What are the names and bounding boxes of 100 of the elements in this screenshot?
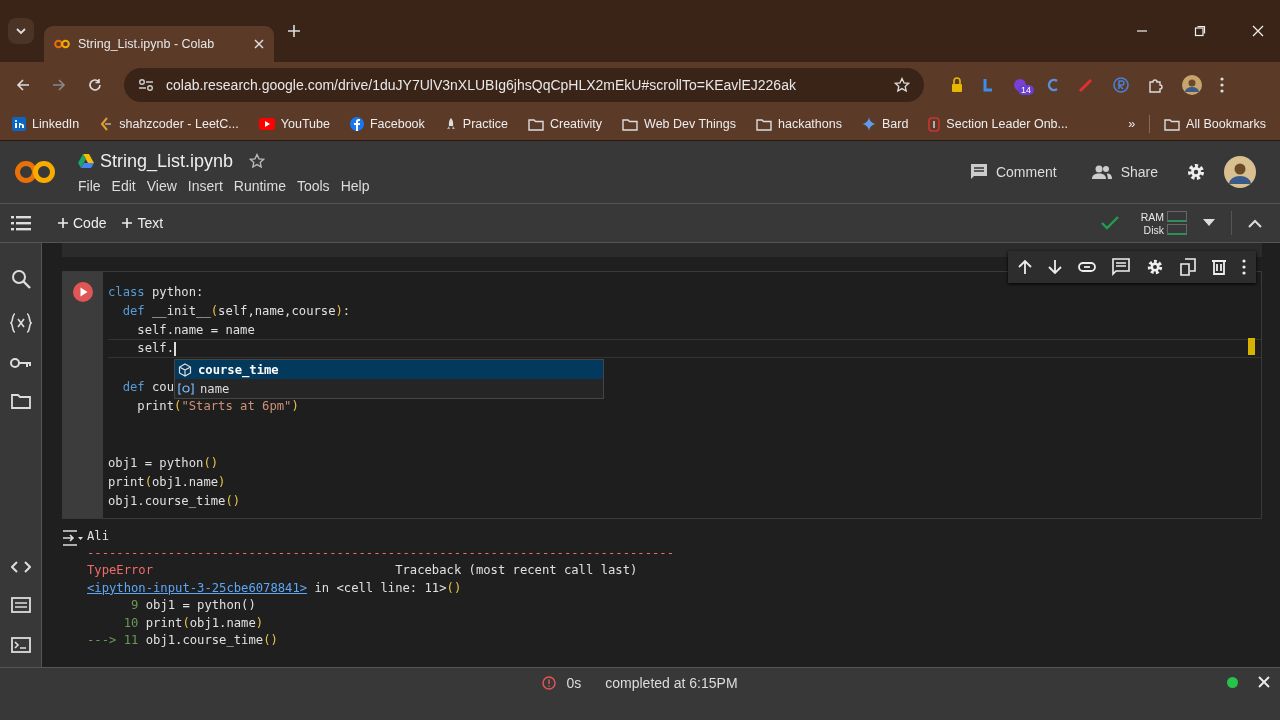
settings-icon[interactable] <box>1146 258 1164 276</box>
menu-item[interactable]: File <box>78 177 101 194</box>
folder-icon <box>1164 117 1181 131</box>
bookmark[interactable]: shahzcoder - LeetC... <box>99 117 239 131</box>
menu-item[interactable]: Tools <box>296 177 330 194</box>
bookmark[interactable]: Practice <box>444 117 508 131</box>
terminal-icon[interactable] <box>10 637 31 653</box>
add-text-button[interactable]: Text <box>122 215 164 231</box>
folder-icon[interactable] <box>10 393 31 409</box>
comment-button[interactable]: Comment <box>963 162 1063 182</box>
move-down-icon[interactable] <box>1048 259 1062 275</box>
add-code-button[interactable]: Code <box>58 215 107 231</box>
back-icon[interactable] <box>16 78 30 92</box>
output-line: <ipython-input-3-25cbe6078841> in <cell line: 11>() <box>87 580 462 595</box>
output-line: ---> 11 obj1.course_time() <box>87 633 278 648</box>
star-icon[interactable] <box>894 77 910 93</box>
execution-time: 0s <box>566 675 582 691</box>
snippets-icon[interactable] <box>10 597 31 613</box>
bookmark[interactable]: hackathons <box>756 117 842 131</box>
notebook-title[interactable]: String_List.ipynb <box>100 150 234 172</box>
menu-item[interactable]: Help <box>340 177 370 194</box>
chevron-icon <box>15 25 27 37</box>
reload-icon[interactable] <box>88 78 102 92</box>
code-bracket-icon <box>99 117 114 131</box>
all-bookmarks-button[interactable]: All Bookmarks <box>1164 117 1266 131</box>
code-line: obj1 = python() <box>108 455 219 470</box>
error-icon <box>542 676 557 690</box>
cube-icon <box>178 362 192 377</box>
resource-label: Disk <box>1143 223 1164 236</box>
plus-icon <box>58 218 68 228</box>
bookmark[interactable]: Creativity <box>527 117 603 131</box>
colab-logo-icon <box>54 39 70 49</box>
bookmark[interactable]: Facebook <box>349 117 425 131</box>
code-line: class python: <box>108 284 204 299</box>
mirror-cell-icon[interactable] <box>1180 258 1196 276</box>
suggestion-item[interactable]: name <box>175 379 603 398</box>
people-icon <box>1090 164 1113 180</box>
search-icon[interactable] <box>10 269 31 289</box>
avatar-icon[interactable] <box>1224 156 1256 188</box>
field-icon <box>178 382 194 395</box>
code-icon[interactable] <box>10 561 31 573</box>
folder-icon <box>622 117 639 131</box>
table-of-contents-icon[interactable] <box>11 215 31 231</box>
resource-label: RAM <box>1140 210 1164 223</box>
output-menu-icon[interactable] <box>62 530 84 546</box>
menu-item[interactable]: View <box>146 177 177 194</box>
menu-item[interactable]: Insert <box>187 177 223 194</box>
forward-icon[interactable] <box>52 78 66 92</box>
output-line: Ali <box>87 528 109 543</box>
avatar-icon[interactable] <box>1182 75 1202 95</box>
suggestion-item[interactable]: course_time <box>175 360 603 379</box>
browser-tab[interactable]: String_List.ipynb - Colab <box>44 26 274 62</box>
close-icon[interactable] <box>254 39 264 49</box>
restore-icon[interactable] <box>1194 25 1206 37</box>
extension-icon[interactable] <box>1046 77 1060 93</box>
close-icon[interactable] <box>1258 676 1270 688</box>
more-icon[interactable] <box>1220 77 1224 93</box>
menu-item[interactable]: Runtime <box>233 177 286 194</box>
extension-icon[interactable] <box>982 77 994 93</box>
code-line: def __init__(self,name,course): <box>121 303 351 318</box>
tab-search-button[interactable] <box>8 18 34 44</box>
variables-icon[interactable] <box>9 313 32 333</box>
lock-icon[interactable] <box>950 77 964 93</box>
bookmark[interactable]: YouTube <box>258 117 330 131</box>
bookmarks-overflow-button[interactable]: » <box>1128 117 1136 131</box>
more-icon[interactable] <box>1242 259 1246 275</box>
address-bar[interactable]: colab.research.google.com/drive/1duJY7UlV3nXLUBIg6jhsQqCpHLX2mEkU#scrollTo=KEavlEJ226ak <box>124 68 924 102</box>
link-icon[interactable] <box>1078 262 1096 272</box>
comment-icon[interactable] <box>1112 258 1130 276</box>
share-button[interactable]: Share <box>1084 163 1164 181</box>
colab-logo-icon[interactable] <box>14 159 56 185</box>
dropdown-icon[interactable] <box>1203 219 1215 227</box>
bookmark[interactable]: Web Dev Things <box>622 117 736 131</box>
close-icon[interactable] <box>1252 25 1264 37</box>
play-icon <box>258 118 275 130</box>
usage-bar <box>1167 224 1187 235</box>
settings-icon[interactable] <box>1186 162 1206 182</box>
folder-icon <box>527 117 544 131</box>
delete-icon[interactable] <box>1212 259 1226 275</box>
bookmark[interactable]: Section Leader Onb... <box>928 116 1068 132</box>
run-button[interactable] <box>73 282 93 302</box>
rocket-icon <box>444 117 457 131</box>
site-settings-icon[interactable] <box>138 78 154 92</box>
code-line: self. <box>136 341 176 356</box>
bookmark[interactable]: LinkedIn <box>12 117 80 131</box>
move-up-icon[interactable] <box>1018 259 1032 275</box>
new-tab-icon[interactable] <box>288 25 300 37</box>
output-line: TypeError Traceback (most recent call last) <box>87 563 638 578</box>
linkedin-icon <box>12 117 26 131</box>
usage-bar <box>1167 211 1187 222</box>
drive-icon <box>78 154 94 168</box>
collapse-icon[interactable] <box>1248 218 1262 228</box>
comment-icon <box>969 163 988 181</box>
star-icon[interactable] <box>249 153 266 169</box>
bookmark[interactable]: Bard <box>861 117 909 131</box>
key-icon[interactable] <box>9 357 32 369</box>
puzzle-icon[interactable] <box>1148 77 1164 93</box>
status-text: completed at 6:15PM <box>605 675 738 691</box>
badge-icon <box>928 116 941 132</box>
menu-item[interactable]: Edit <box>111 177 136 194</box>
